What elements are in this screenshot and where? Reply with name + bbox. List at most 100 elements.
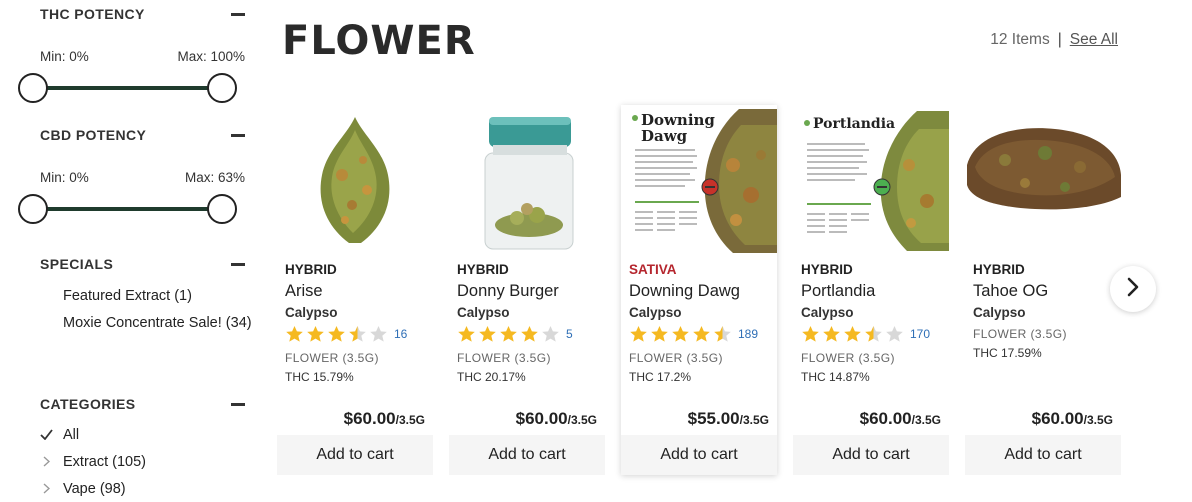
star-icon <box>286 326 303 342</box>
category-item-extract[interactable]: Extract (105) <box>40 454 146 470</box>
page-title: FLOWER <box>282 18 476 64</box>
thc-content: THC 15.79% <box>285 370 354 384</box>
image-label: Portlandia <box>813 116 895 132</box>
product-name[interactable]: Portlandia <box>801 282 875 301</box>
separator: | <box>1057 31 1062 48</box>
product-image[interactable]: Downing Dawg <box>621 105 777 253</box>
product-weight: FLOWER (3.5G) <box>801 351 895 365</box>
product-image[interactable] <box>277 105 433 253</box>
product-brand: Calypso <box>457 305 510 320</box>
cbd-max-handle[interactable] <box>207 194 237 224</box>
category-item-vape[interactable]: Vape (98) <box>40 481 126 497</box>
specials-header[interactable]: SPECIALS <box>40 256 245 272</box>
product-price: $60.00/3.5G <box>344 409 425 429</box>
star-rating: 170 <box>801 325 930 343</box>
thc-content: THC 14.87% <box>801 370 870 384</box>
strain-type: HYBRID <box>801 262 853 277</box>
review-count-link[interactable]: 5 <box>566 327 573 341</box>
category-item-all[interactable]: All <box>40 427 79 443</box>
product-card-arise[interactable]: HYBRID Arise Calypso 16 FLOWER (3.5G) TH… <box>277 105 433 475</box>
product-price: $55.00/3.5G <box>688 409 769 429</box>
collapse-icon[interactable] <box>231 133 245 137</box>
categories-title: CATEGORIES <box>40 396 136 412</box>
price-unit: /3.5G <box>395 413 425 427</box>
special-item-moxie-sale[interactable]: Moxie Concentrate Sale! (34) <box>63 310 253 337</box>
product-brand: Calypso <box>629 305 682 320</box>
product-price: $60.00/3.5G <box>1032 409 1113 429</box>
product-weight: FLOWER (3.5G) <box>629 351 723 365</box>
review-count-link[interactable]: 189 <box>738 327 758 341</box>
price-value: $60.00 <box>343 409 396 428</box>
product-card-portlandia[interactable]: Portlandia HYBRID Portlandia Calypso 170… <box>793 105 949 475</box>
product-name[interactable]: Donny Burger <box>457 282 559 301</box>
category-label: Extract (105) <box>63 454 146 470</box>
product-card-tahoe-og[interactable]: HYBRID Tahoe OG Calypso FLOWER (3.5G) TH… <box>965 105 1121 475</box>
product-image[interactable]: Portlandia <box>793 105 949 253</box>
collapse-icon[interactable] <box>231 262 245 266</box>
product-weight: FLOWER (3.5G) <box>457 351 551 365</box>
price-value: $60.00 <box>515 409 568 428</box>
category-label: Vape (98) <box>63 481 126 497</box>
items-info: 12 Items | See All <box>990 31 1118 49</box>
star-icon <box>823 326 840 342</box>
star-rating: 189 <box>629 325 758 343</box>
slider-track <box>33 86 223 90</box>
product-name[interactable]: Arise <box>285 282 323 301</box>
add-to-cart-button[interactable]: Add to cart <box>621 435 777 475</box>
thc-potency-title: THC POTENCY <box>40 6 145 22</box>
product-weight: FLOWER (3.5G) <box>973 327 1067 341</box>
star-icon <box>886 326 903 342</box>
star-icon <box>500 326 517 342</box>
product-name[interactable]: Tahoe OG <box>973 282 1048 301</box>
slider-track <box>33 207 223 211</box>
product-card-downing-dawg[interactable]: Downing Dawg SATIVA Downing Dawg Calypso… <box>621 105 777 475</box>
thc-range-slider[interactable] <box>18 72 238 104</box>
see-all-link[interactable]: See All <box>1070 31 1118 49</box>
product-weight: FLOWER (3.5G) <box>285 351 379 365</box>
star-icon <box>479 326 496 342</box>
thc-max-handle[interactable] <box>207 73 237 103</box>
price-value: $55.00 <box>687 409 740 428</box>
price-unit: /3.5G <box>911 413 941 427</box>
carousel-next-button[interactable] <box>1110 266 1156 312</box>
chevron-right-icon <box>1127 277 1139 302</box>
collapse-icon[interactable] <box>231 402 245 406</box>
special-item-featured-extract[interactable]: Featured Extract (1) <box>63 283 253 310</box>
thc-content: THC 17.59% <box>973 346 1042 360</box>
product-card-donny-burger[interactable]: HYBRID Donny Burger Calypso 5 FLOWER (3.… <box>449 105 605 475</box>
star-rating: 5 <box>457 325 573 343</box>
star-icon <box>370 326 387 342</box>
product-name[interactable]: Downing Dawg <box>629 282 740 301</box>
add-to-cart-button[interactable]: Add to cart <box>277 435 433 475</box>
categories-header[interactable]: CATEGORIES <box>40 396 245 412</box>
cbd-potency-title: CBD POTENCY <box>40 127 147 143</box>
review-count-link[interactable]: 16 <box>394 327 407 341</box>
product-price: $60.00/3.5G <box>516 409 597 429</box>
cbd-range-labels: Min: 0% Max: 63% <box>40 170 245 185</box>
strain-type: HYBRID <box>973 262 1025 277</box>
review-count-link[interactable]: 170 <box>910 327 930 341</box>
product-image[interactable] <box>965 105 1121 253</box>
cbd-potency-header[interactable]: CBD POTENCY <box>40 127 245 143</box>
strain-type: HYBRID <box>285 262 337 277</box>
collapse-icon[interactable] <box>231 12 245 16</box>
star-icon <box>865 326 882 342</box>
star-icon <box>521 326 538 342</box>
star-icon <box>714 326 731 342</box>
star-icon <box>458 326 475 342</box>
price-unit: /3.5G <box>1083 413 1113 427</box>
product-brand: Calypso <box>801 305 854 320</box>
thc-min-handle[interactable] <box>18 73 48 103</box>
thc-potency-header[interactable]: THC POTENCY <box>40 6 245 22</box>
chevron-right-icon <box>40 481 63 497</box>
star-icon <box>349 326 366 342</box>
star-icon <box>844 326 861 342</box>
thc-max-label: Max: 100% <box>177 49 245 64</box>
product-brand: Calypso <box>973 305 1026 320</box>
product-image[interactable] <box>449 105 605 253</box>
cbd-range-slider[interactable] <box>18 193 238 225</box>
add-to-cart-button[interactable]: Add to cart <box>965 435 1121 475</box>
add-to-cart-button[interactable]: Add to cart <box>449 435 605 475</box>
add-to-cart-button[interactable]: Add to cart <box>793 435 949 475</box>
cbd-min-handle[interactable] <box>18 194 48 224</box>
